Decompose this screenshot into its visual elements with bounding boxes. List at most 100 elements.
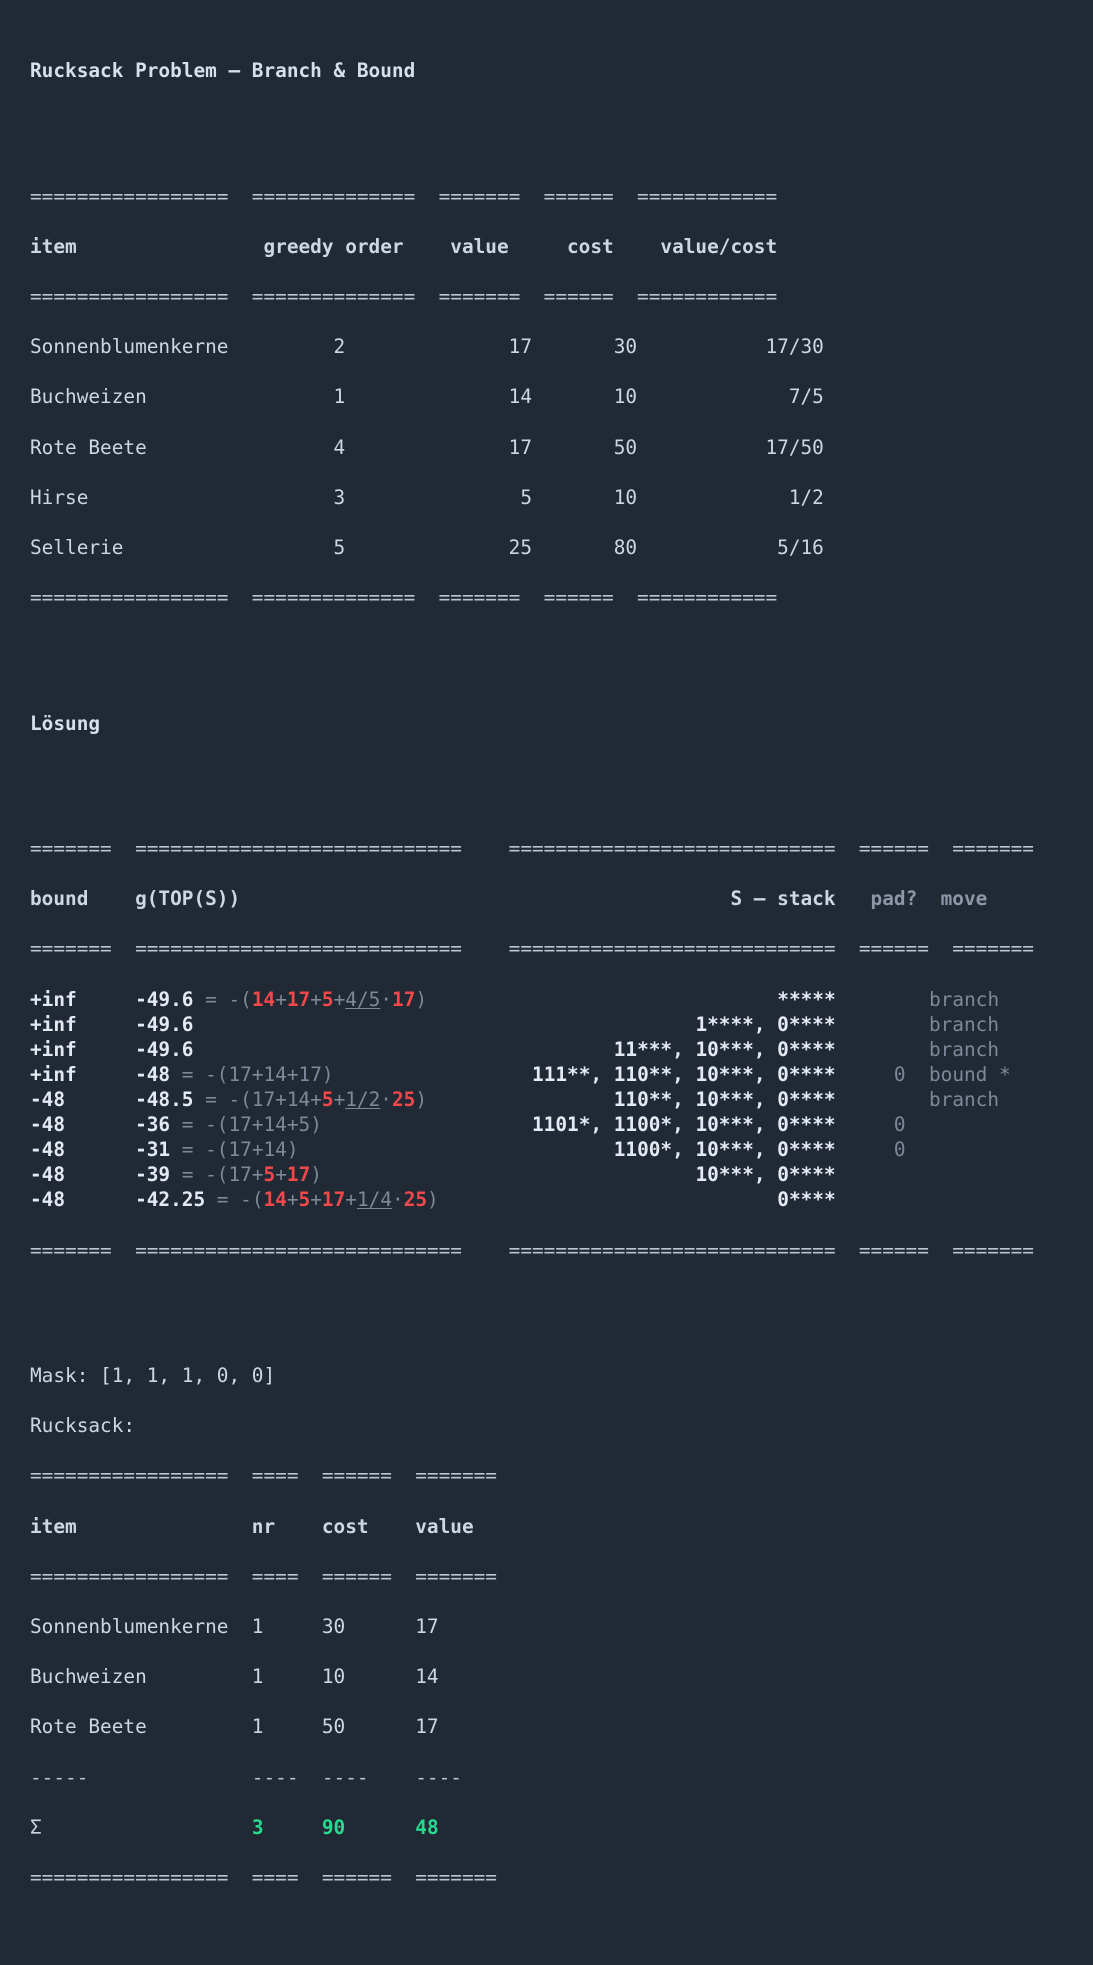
cell-bound: -48 [30,1163,136,1187]
cell-bound: +inf [30,1012,136,1036]
solution-table-rule-bottom: ======= ============================ ===… [30,1238,1034,1262]
value-term: 17 [286,1163,311,1187]
fraction-term: 1/4 [356,1188,392,1212]
cell-pad: 0 [835,1113,929,1137]
expression-text: ) [415,1088,428,1112]
value-term: 25 [391,1088,416,1112]
mask-line: Mask: [1, 1, 1, 0, 0] [30,1364,276,1388]
expression-text: = -(17+14+ [193,1088,322,1112]
value-term: 14 [251,987,276,1011]
cell-g-value: -49.6 [135,987,194,1011]
cell-pad: 0 [835,1138,929,1162]
col-header-move: move [928,887,988,911]
table-row: Sonnenblumenkerne 2 17 30 17/30 [30,335,824,359]
cell-stack: 0**** [438,1188,836,1212]
cell-g-value: -31 [135,1138,171,1162]
solution-heading: Lösung [30,711,101,735]
cell-bound: +inf [30,1037,136,1061]
expression-text: ) [310,1163,322,1187]
rucksack-rule-top: ================= ==== ====== ======= [30,1464,497,1488]
solution-rows: +inf -49.6 = -(14+17+5+4/5·17) ***** bra… [30,987,1034,1213]
table-row: +inf -49.6 1****, 0**** branch [30,1012,1034,1037]
cell-pad [836,1163,929,1186]
value-term: 5 [321,1088,334,1112]
table-row: -48 -42.25 = -(14+5+17+1/4·25) 0**** [30,1187,1034,1212]
expression-text: = -(17+14+5) [170,1113,322,1137]
solution-table-rule-top: ======= ============================ ===… [30,837,1034,861]
items-table-header: item greedy order value cost value/cost [30,234,778,258]
expression-text: = -(17+14) [170,1138,299,1162]
expression-text: + [310,987,322,1011]
table-row: -48 -36 = -(17+14+5) 1101*, 1100*, 10***… [30,1112,1034,1137]
cell-stack: 110**, 10***, 0**** [427,1088,836,1112]
cell-pad [836,1038,929,1061]
table-row: Rote Beete 4 17 50 17/50 [30,435,824,459]
table-row: Buchweizen 1 14 10 7/5 [30,385,824,409]
cell-g-value: -39 [135,1163,171,1187]
cell-move: branch [929,987,1000,1011]
fraction-term: 1/2 [345,1088,381,1112]
cell-stack: 111**, 110**, 10***, 0**** [333,1062,836,1086]
terminal-output: Rucksack Problem – Branch & Bound ======… [30,8,1034,1965]
expression-text: + [333,987,346,1011]
value-term: 14 [263,1188,287,1212]
expression-text: + [275,1163,287,1187]
cell-move: branch [928,1012,999,1036]
expression-text: + [286,1188,299,1212]
expression-text: = -(17+ [170,1163,264,1187]
page-title: Rucksack Problem – Branch & Bound [30,59,416,83]
value-term: 5 [298,1188,311,1212]
table-row: -48 -48.5 = -(17+14+5+1/2·25) 110**, 10*… [30,1087,1034,1112]
col-header-bound-g: bound g(TOP(S)) S – stack [30,887,836,911]
solution-table-header: bound g(TOP(S)) S – stack pad? move [30,886,1034,911]
rucksack-rule-bottom: ================= ==== ====== ======= [30,1865,497,1889]
rucksack-label: Rucksack: [30,1414,136,1438]
cell-bound: -48 [30,1113,136,1137]
table-row: -48 -39 = -(17+5+17) 10***, 0**** [30,1162,1034,1187]
cell-g-value: -49.6 [135,1037,194,1061]
terminal-screen: Rucksack Problem – Branch & Bound ======… [0,0,1093,1889]
cell-stack: 1100*, 10***, 0**** [298,1138,836,1162]
expression-text: + [333,1088,346,1112]
expression-text: + [275,987,287,1011]
value-term: 25 [403,1188,428,1212]
table-row: Buchweizen 1 10 14 [30,1665,439,1689]
col-header-pad: pad? [835,887,929,911]
rucksack-sum-row: Σ 3 90 48 [30,1815,1034,1840]
cell-stack: ***** [427,987,836,1011]
cell-pad [836,1188,929,1211]
cell-g-value: -49.6 [135,1012,194,1036]
cell-bound: +inf [30,1062,136,1086]
expression-text: = -( [193,987,252,1011]
expression-text: ) [415,987,428,1011]
table-row: +inf -49.6 = -(14+17+5+4/5·17) ***** bra… [30,987,1034,1012]
table-row: Hirse 3 5 10 1/2 [30,485,824,509]
cell-pad [836,1088,929,1111]
table-row: +inf -48 = -(17+14+17) 111**, 110**, 10*… [30,1062,1034,1087]
items-table-rule-bottom: ================= ============== =======… [30,586,778,610]
cell-bound: -48 [30,1188,136,1212]
table-row: Rote Beete 1 50 17 [30,1715,439,1739]
table-row: Sonnenblumenkerne 1 30 17 [30,1615,439,1638]
expression-text: + [310,1188,322,1212]
expression-text: ) [427,1188,439,1212]
cell-move: branch [929,1088,1000,1112]
cell-move: branch [928,1037,999,1061]
cell-bound: -48 [30,1138,136,1162]
cell-stack: 10***, 0**** [321,1163,836,1187]
value-term: 5 [321,987,334,1011]
rucksack-header: item nr cost value [30,1514,474,1538]
cell-g-value: -48 [135,1062,171,1086]
cell-pad [836,1013,929,1036]
expression-text: · [380,987,393,1011]
value-term: 17 [392,987,416,1011]
table-row: +inf -49.6 11***, 10***, 0**** branch [30,1037,1034,1062]
items-table-rule-mid: ================= ============== =======… [30,285,778,309]
expression-text: + [345,1188,357,1212]
cell-g-value: -36 [135,1113,171,1137]
cell-bound: +inf [30,987,136,1011]
